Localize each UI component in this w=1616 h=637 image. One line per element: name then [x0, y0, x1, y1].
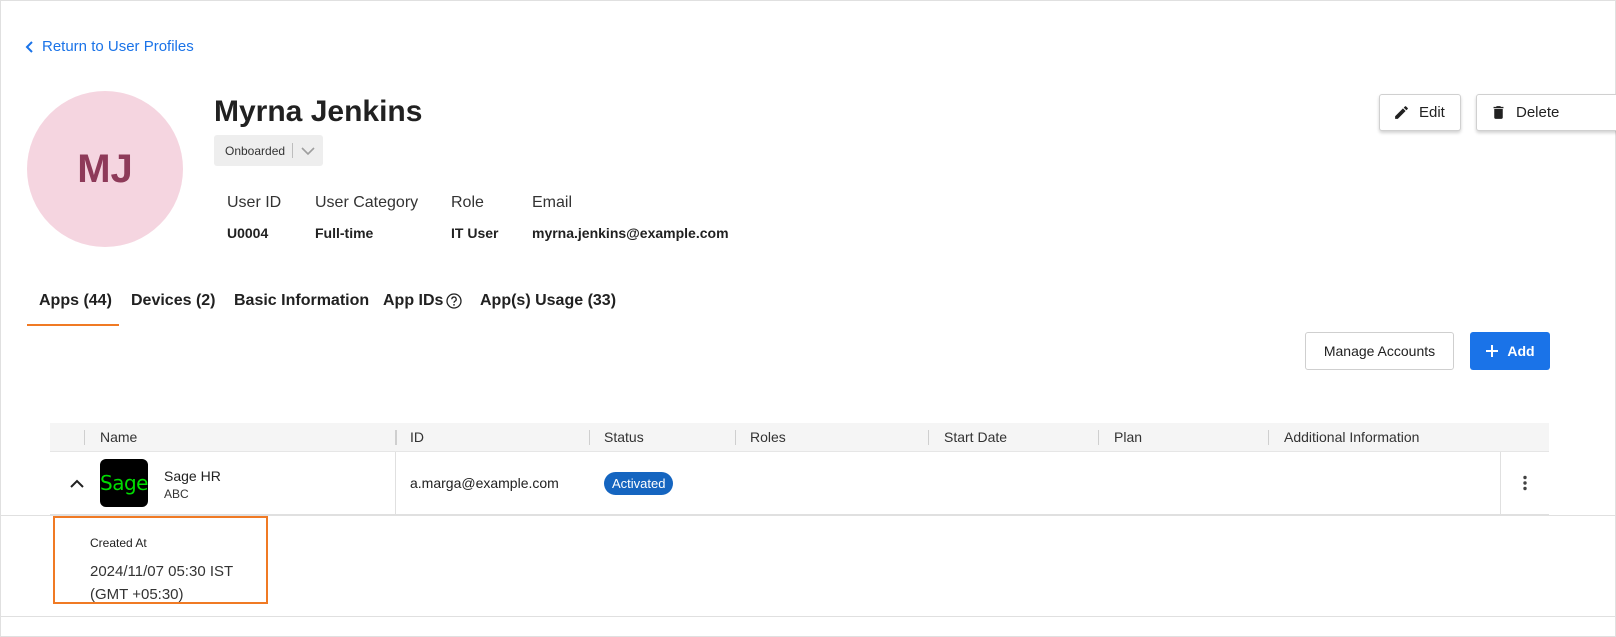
- chevron-left-icon: [25, 40, 33, 53]
- tab-app-usage[interactable]: App(s) Usage (33): [468, 285, 628, 326]
- expanded-row-detail: Created At 2024/11/07 05:30 IST (GMT +05…: [53, 516, 268, 604]
- table-row: Sage Sage HR ABC a.marga@example.com Act…: [50, 452, 1549, 515]
- back-link-label: Return to User Profiles: [42, 38, 194, 55]
- tab-devices[interactable]: Devices (2): [119, 285, 222, 326]
- column-header-start-date[interactable]: Start Date: [944, 423, 1007, 452]
- column-separator: [928, 430, 929, 445]
- column-header-roles[interactable]: Roles: [750, 423, 786, 452]
- chevron-down-icon: [293, 146, 323, 156]
- tab-basic-information-label: Basic Information: [234, 292, 370, 309]
- help-circle-icon[interactable]: [446, 292, 463, 314]
- status-badge: Activated: [604, 472, 674, 495]
- user-id-label: User ID: [227, 194, 282, 211]
- email-label: Email: [532, 194, 573, 211]
- app-account: ABC: [164, 487, 189, 501]
- tab-devices-label: Devices (2): [131, 292, 216, 309]
- tab-apps[interactable]: Apps (44): [27, 285, 119, 326]
- table-header: Name ID Status Roles Start Date Plan Add…: [50, 423, 1549, 452]
- app-id-cell: a.marga@example.com: [410, 475, 559, 491]
- sage-logo-text: Sage: [100, 471, 148, 495]
- status-value: Onboarded: [225, 143, 286, 158]
- delete-button-label: Delete: [1516, 104, 1560, 121]
- manage-accounts-button[interactable]: Manage Accounts: [1305, 332, 1454, 370]
- column-divider: [395, 452, 396, 515]
- column-separator: [735, 430, 736, 445]
- tab-app-ids[interactable]: App IDs: [371, 285, 468, 326]
- column-separator: [1098, 430, 1099, 445]
- pencil-icon: [1395, 106, 1408, 119]
- role-label: Role: [451, 194, 484, 211]
- column-header-id[interactable]: ID: [410, 423, 424, 452]
- more-vertical-icon[interactable]: [1516, 474, 1534, 492]
- app-name: Sage HR: [164, 468, 221, 484]
- avatar-initials: MJ: [77, 146, 133, 191]
- tab-basic-information[interactable]: Basic Information: [222, 285, 371, 326]
- tab-app-usage-label: App(s) Usage (33): [480, 292, 617, 309]
- table-bottom-border: [0, 616, 1616, 617]
- column-separator: [84, 430, 85, 445]
- role-value: IT User: [451, 225, 499, 241]
- return-to-user-profiles-link[interactable]: Return to User Profiles: [24, 38, 194, 55]
- column-resizer[interactable]: [395, 430, 397, 445]
- column-separator: [589, 430, 590, 445]
- tab-app-ids-label: App IDs: [383, 292, 444, 309]
- column-header-plan[interactable]: Plan: [1114, 423, 1142, 452]
- plus-icon: [1486, 345, 1499, 357]
- chevron-up-icon[interactable]: [68, 475, 86, 493]
- status-dropdown[interactable]: Onboarded: [214, 135, 323, 166]
- add-button[interactable]: Add: [1470, 332, 1550, 370]
- user-category-value: Full-time: [315, 225, 374, 241]
- delete-button[interactable]: Delete: [1476, 94, 1616, 131]
- column-header-name[interactable]: Name: [100, 423, 137, 452]
- created-at-value: 2024/11/07 05:30 IST (GMT +05:30): [90, 563, 233, 603]
- created-at-label: Created At: [90, 536, 147, 550]
- email-value: myrna.jenkins@example.com: [532, 225, 729, 241]
- user-id-value: U0004: [227, 225, 269, 241]
- user-name: Myrna Jenkins: [214, 95, 423, 128]
- sage-logo: Sage: [100, 459, 148, 507]
- tab-bar: Apps (44) Devices (2) Basic Information …: [27, 285, 628, 326]
- column-divider: [1500, 452, 1501, 515]
- edit-button[interactable]: Edit: [1379, 94, 1461, 131]
- column-separator: [1268, 430, 1269, 445]
- avatar: MJ: [27, 91, 183, 247]
- column-header-status[interactable]: Status: [604, 423, 644, 452]
- column-header-additional-information[interactable]: Additional Information: [1284, 423, 1419, 452]
- user-category-label: User Category: [315, 194, 419, 211]
- edit-button-label: Edit: [1419, 104, 1445, 121]
- tab-apps-label: Apps (44): [39, 292, 112, 309]
- trash-icon: [1493, 106, 1504, 119]
- add-button-label: Add: [1507, 343, 1535, 359]
